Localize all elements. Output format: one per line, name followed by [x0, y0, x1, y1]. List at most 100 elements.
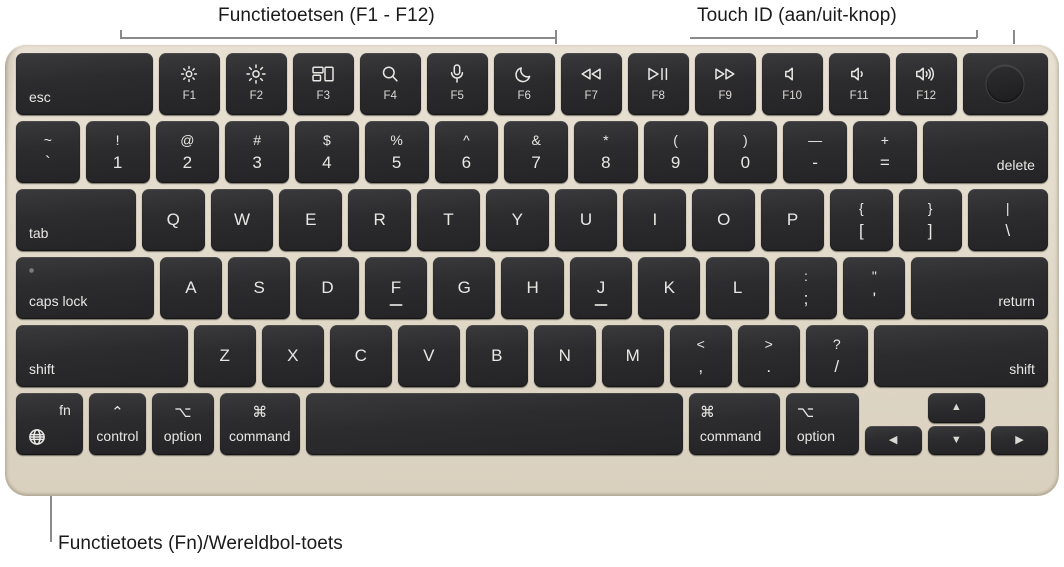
key-left-option[interactable]: ⌥ option: [152, 393, 214, 455]
key-o[interactable]: O: [692, 189, 756, 251]
keyboard-row-function: esc F1 F2 F3 F4 F5 F6 F7 F8 F9 F10 F11 F…: [16, 53, 1048, 115]
key-f4-spotlight[interactable]: F4: [359, 53, 421, 115]
key-label-shifted: !: [115, 132, 120, 148]
key-label: F1: [182, 90, 196, 103]
do-not-disturb-moon-icon: [515, 65, 533, 83]
key-3[interactable]: # 3: [225, 121, 289, 183]
arrow-left-icon: ◀: [888, 433, 898, 446]
key-v[interactable]: V: [397, 325, 460, 387]
key-h[interactable]: H: [501, 257, 564, 319]
key-2[interactable]: @ 2: [155, 121, 220, 183]
key-f6-do-not-disturb[interactable]: F6: [493, 53, 555, 115]
key-f5-dictation[interactable]: F5: [426, 53, 488, 115]
key-r[interactable]: R: [348, 189, 412, 251]
key-t[interactable]: T: [417, 189, 480, 251]
key-right-bracket[interactable]: } ]: [898, 189, 962, 251]
key-control[interactable]: ⌃ control: [88, 393, 146, 455]
key-f8-play-pause[interactable]: F8: [627, 53, 689, 115]
key-9[interactable]: ( 9: [643, 121, 708, 183]
key-label-shifted: ~: [43, 132, 52, 148]
key-k[interactable]: K: [638, 257, 701, 319]
key-left-shift[interactable]: shift: [16, 325, 188, 387]
key-label-shifted: (: [673, 132, 678, 148]
key-7[interactable]: & 7: [504, 121, 568, 183]
key-f12-volume-up[interactable]: F12: [895, 53, 957, 115]
key-f3-mission-control[interactable]: F3: [292, 53, 354, 115]
key-label: F8: [651, 90, 665, 103]
key-label: option: [796, 428, 836, 444]
key-y[interactable]: Y: [485, 189, 549, 251]
key-space[interactable]: [305, 393, 683, 455]
key-arrow-right[interactable]: ▶: [990, 425, 1048, 455]
key-slash[interactable]: ? /: [805, 325, 868, 387]
key-label: S: [253, 278, 265, 297]
key-f7-rewind[interactable]: F7: [560, 53, 622, 115]
key-comma[interactable]: < ,: [669, 325, 732, 387]
key-label-shifted: ): [743, 132, 748, 148]
key-x[interactable]: X: [261, 325, 324, 387]
key-symbol: ⌃: [111, 404, 124, 421]
key-arrow-left[interactable]: ◀: [864, 425, 922, 455]
key-right-shift[interactable]: shift: [873, 325, 1048, 387]
key-right-option[interactable]: ⌥ option: [785, 393, 859, 455]
key-z[interactable]: Z: [193, 325, 256, 387]
key-n[interactable]: N: [533, 325, 596, 387]
key-semicolon[interactable]: : ;: [774, 257, 838, 319]
key-escape[interactable]: esc: [16, 53, 153, 115]
key-label: F: [390, 278, 402, 297]
key-a[interactable]: A: [159, 257, 223, 319]
key-label-shifted: @: [180, 132, 195, 148]
key-period[interactable]: > .: [737, 325, 800, 387]
key-delete[interactable]: delete: [922, 121, 1048, 183]
key-label: 7: [531, 153, 541, 172]
key-f1-brightness-down[interactable]: F1: [158, 53, 220, 115]
key-q[interactable]: Q: [141, 189, 205, 251]
key-d[interactable]: D: [296, 257, 359, 319]
key-b[interactable]: B: [465, 325, 528, 387]
key-equals[interactable]: + =: [853, 121, 917, 183]
key-0[interactable]: ) 0: [713, 121, 778, 183]
key-label-shifted: }: [927, 200, 933, 216]
key-caps-lock[interactable]: caps lock: [16, 257, 154, 319]
key-e[interactable]: E: [279, 189, 343, 251]
key-m[interactable]: M: [601, 325, 664, 387]
key-backtick[interactable]: ~ `: [16, 121, 80, 183]
key-4[interactable]: $ 4: [295, 121, 359, 183]
key-minus[interactable]: — -: [783, 121, 847, 183]
key-label: L: [732, 278, 743, 297]
key-l[interactable]: L: [706, 257, 769, 319]
key-arrow-up[interactable]: ▲: [927, 393, 985, 423]
key-w[interactable]: W: [210, 189, 274, 251]
key-1[interactable]: ! 1: [85, 121, 150, 183]
key-f[interactable]: F: [364, 257, 428, 319]
key-left-bracket[interactable]: { [: [829, 189, 893, 251]
key-f11-volume-down[interactable]: F11: [828, 53, 890, 115]
key-tab[interactable]: tab: [16, 189, 136, 251]
key-touch-id-power-button[interactable]: [962, 53, 1048, 115]
key-left-command[interactable]: ⌘ command: [219, 393, 300, 455]
key-g[interactable]: G: [433, 257, 496, 319]
key-5[interactable]: % 5: [364, 121, 429, 183]
key-f10-mute[interactable]: F10: [761, 53, 823, 115]
key-p[interactable]: P: [761, 189, 824, 251]
key-j[interactable]: J: [569, 257, 633, 319]
key-s[interactable]: S: [228, 257, 291, 319]
key-label: tab: [29, 225, 49, 241]
key-return[interactable]: return: [911, 257, 1048, 319]
key-quote[interactable]: " ': [843, 257, 906, 319]
key-right-command[interactable]: ⌘ command: [688, 393, 780, 455]
key-fn-globe[interactable]: fn: [16, 393, 83, 455]
key-u[interactable]: U: [554, 189, 618, 251]
key-label: G: [457, 278, 471, 297]
key-8[interactable]: * 8: [574, 121, 638, 183]
key-c[interactable]: C: [329, 325, 392, 387]
key-arrow-down[interactable]: ▼: [927, 425, 985, 455]
key-f2-brightness-up[interactable]: F2: [225, 53, 287, 115]
key-f9-fast-forward[interactable]: F9: [694, 53, 756, 115]
key-backslash[interactable]: | \: [967, 189, 1048, 251]
key-i[interactable]: I: [623, 189, 687, 251]
key-label: U: [579, 210, 593, 229]
key-6[interactable]: ^ 6: [434, 121, 499, 183]
fast-forward-icon: [713, 65, 737, 82]
arrow-down-icon: ▼: [950, 433, 962, 446]
